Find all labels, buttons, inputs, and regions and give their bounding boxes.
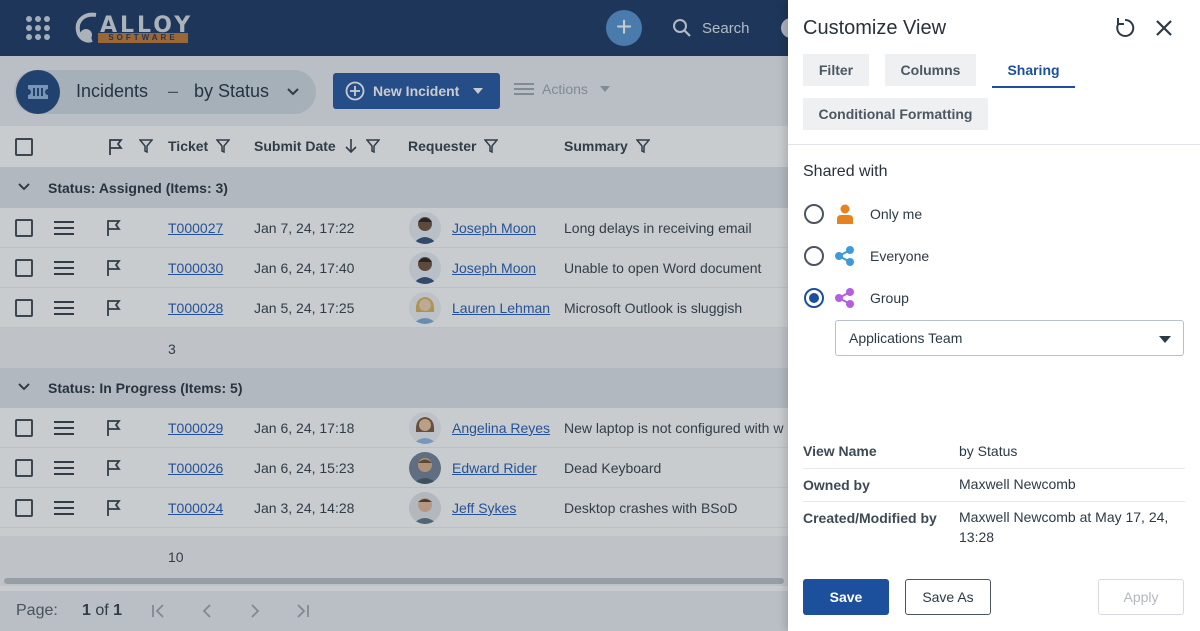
option-everyone-label[interactable]: Everyone (870, 248, 929, 264)
tab-columns[interactable]: Columns (885, 54, 976, 86)
person-icon (837, 204, 853, 224)
reset-icon[interactable] (1114, 17, 1136, 39)
save-as-button[interactable]: Save As (905, 579, 991, 615)
meta-owned-by: Owned by Maxwell Newcomb (803, 469, 1185, 502)
panel-title: Customize View (803, 17, 947, 39)
group-share-icon (835, 288, 854, 308)
meta-view-name: View Name by Status (803, 435, 1185, 469)
group-select-value: Applications Team (849, 330, 963, 346)
meta-created-modified: Created/Modified by Maxwell Newcomb at M… (803, 509, 1169, 545)
option-only-me-label[interactable]: Only me (870, 206, 922, 222)
close-icon[interactable] (1154, 18, 1174, 38)
radio-only-me[interactable] (804, 204, 824, 224)
radio-everyone[interactable] (804, 246, 824, 266)
tab-conditional-formatting[interactable]: Conditional Formatting (803, 98, 988, 130)
divider (788, 144, 1200, 145)
tab-filter[interactable]: Filter (803, 54, 869, 86)
radio-group[interactable] (804, 288, 824, 308)
option-group-label[interactable]: Group (870, 290, 909, 306)
caret-down-icon (1159, 336, 1171, 343)
apply-button[interactable]: Apply (1098, 579, 1184, 615)
save-button[interactable]: Save (803, 579, 889, 615)
tab-sharing[interactable]: Sharing (992, 54, 1075, 88)
customize-view-panel: Customize View Filter Columns Sharing Co… (788, 0, 1200, 631)
share-icon (835, 246, 854, 266)
modal-backdrop[interactable] (0, 0, 788, 631)
shared-with-heading: Shared with (803, 163, 888, 180)
group-select[interactable]: Applications Team (835, 320, 1184, 356)
